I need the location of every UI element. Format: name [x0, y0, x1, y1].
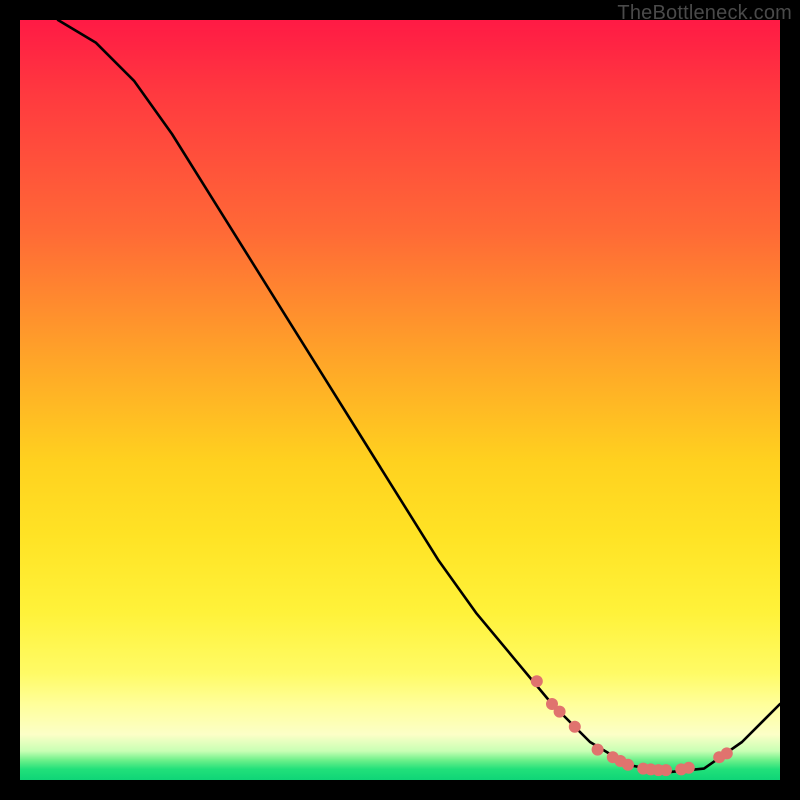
marker-dot	[622, 759, 634, 771]
marker-dot	[721, 747, 733, 759]
bottleneck-curve-path	[58, 20, 780, 772]
marker-dot	[531, 675, 543, 687]
chart-frame: TheBottleneck.com	[0, 0, 800, 800]
plot-area	[20, 20, 780, 780]
chart-svg	[20, 20, 780, 780]
marker-dot	[554, 706, 566, 718]
marker-dot	[683, 762, 695, 774]
marker-dot	[569, 721, 581, 733]
marker-dots	[531, 675, 733, 776]
marker-dot	[660, 764, 672, 776]
marker-dot	[592, 744, 604, 756]
